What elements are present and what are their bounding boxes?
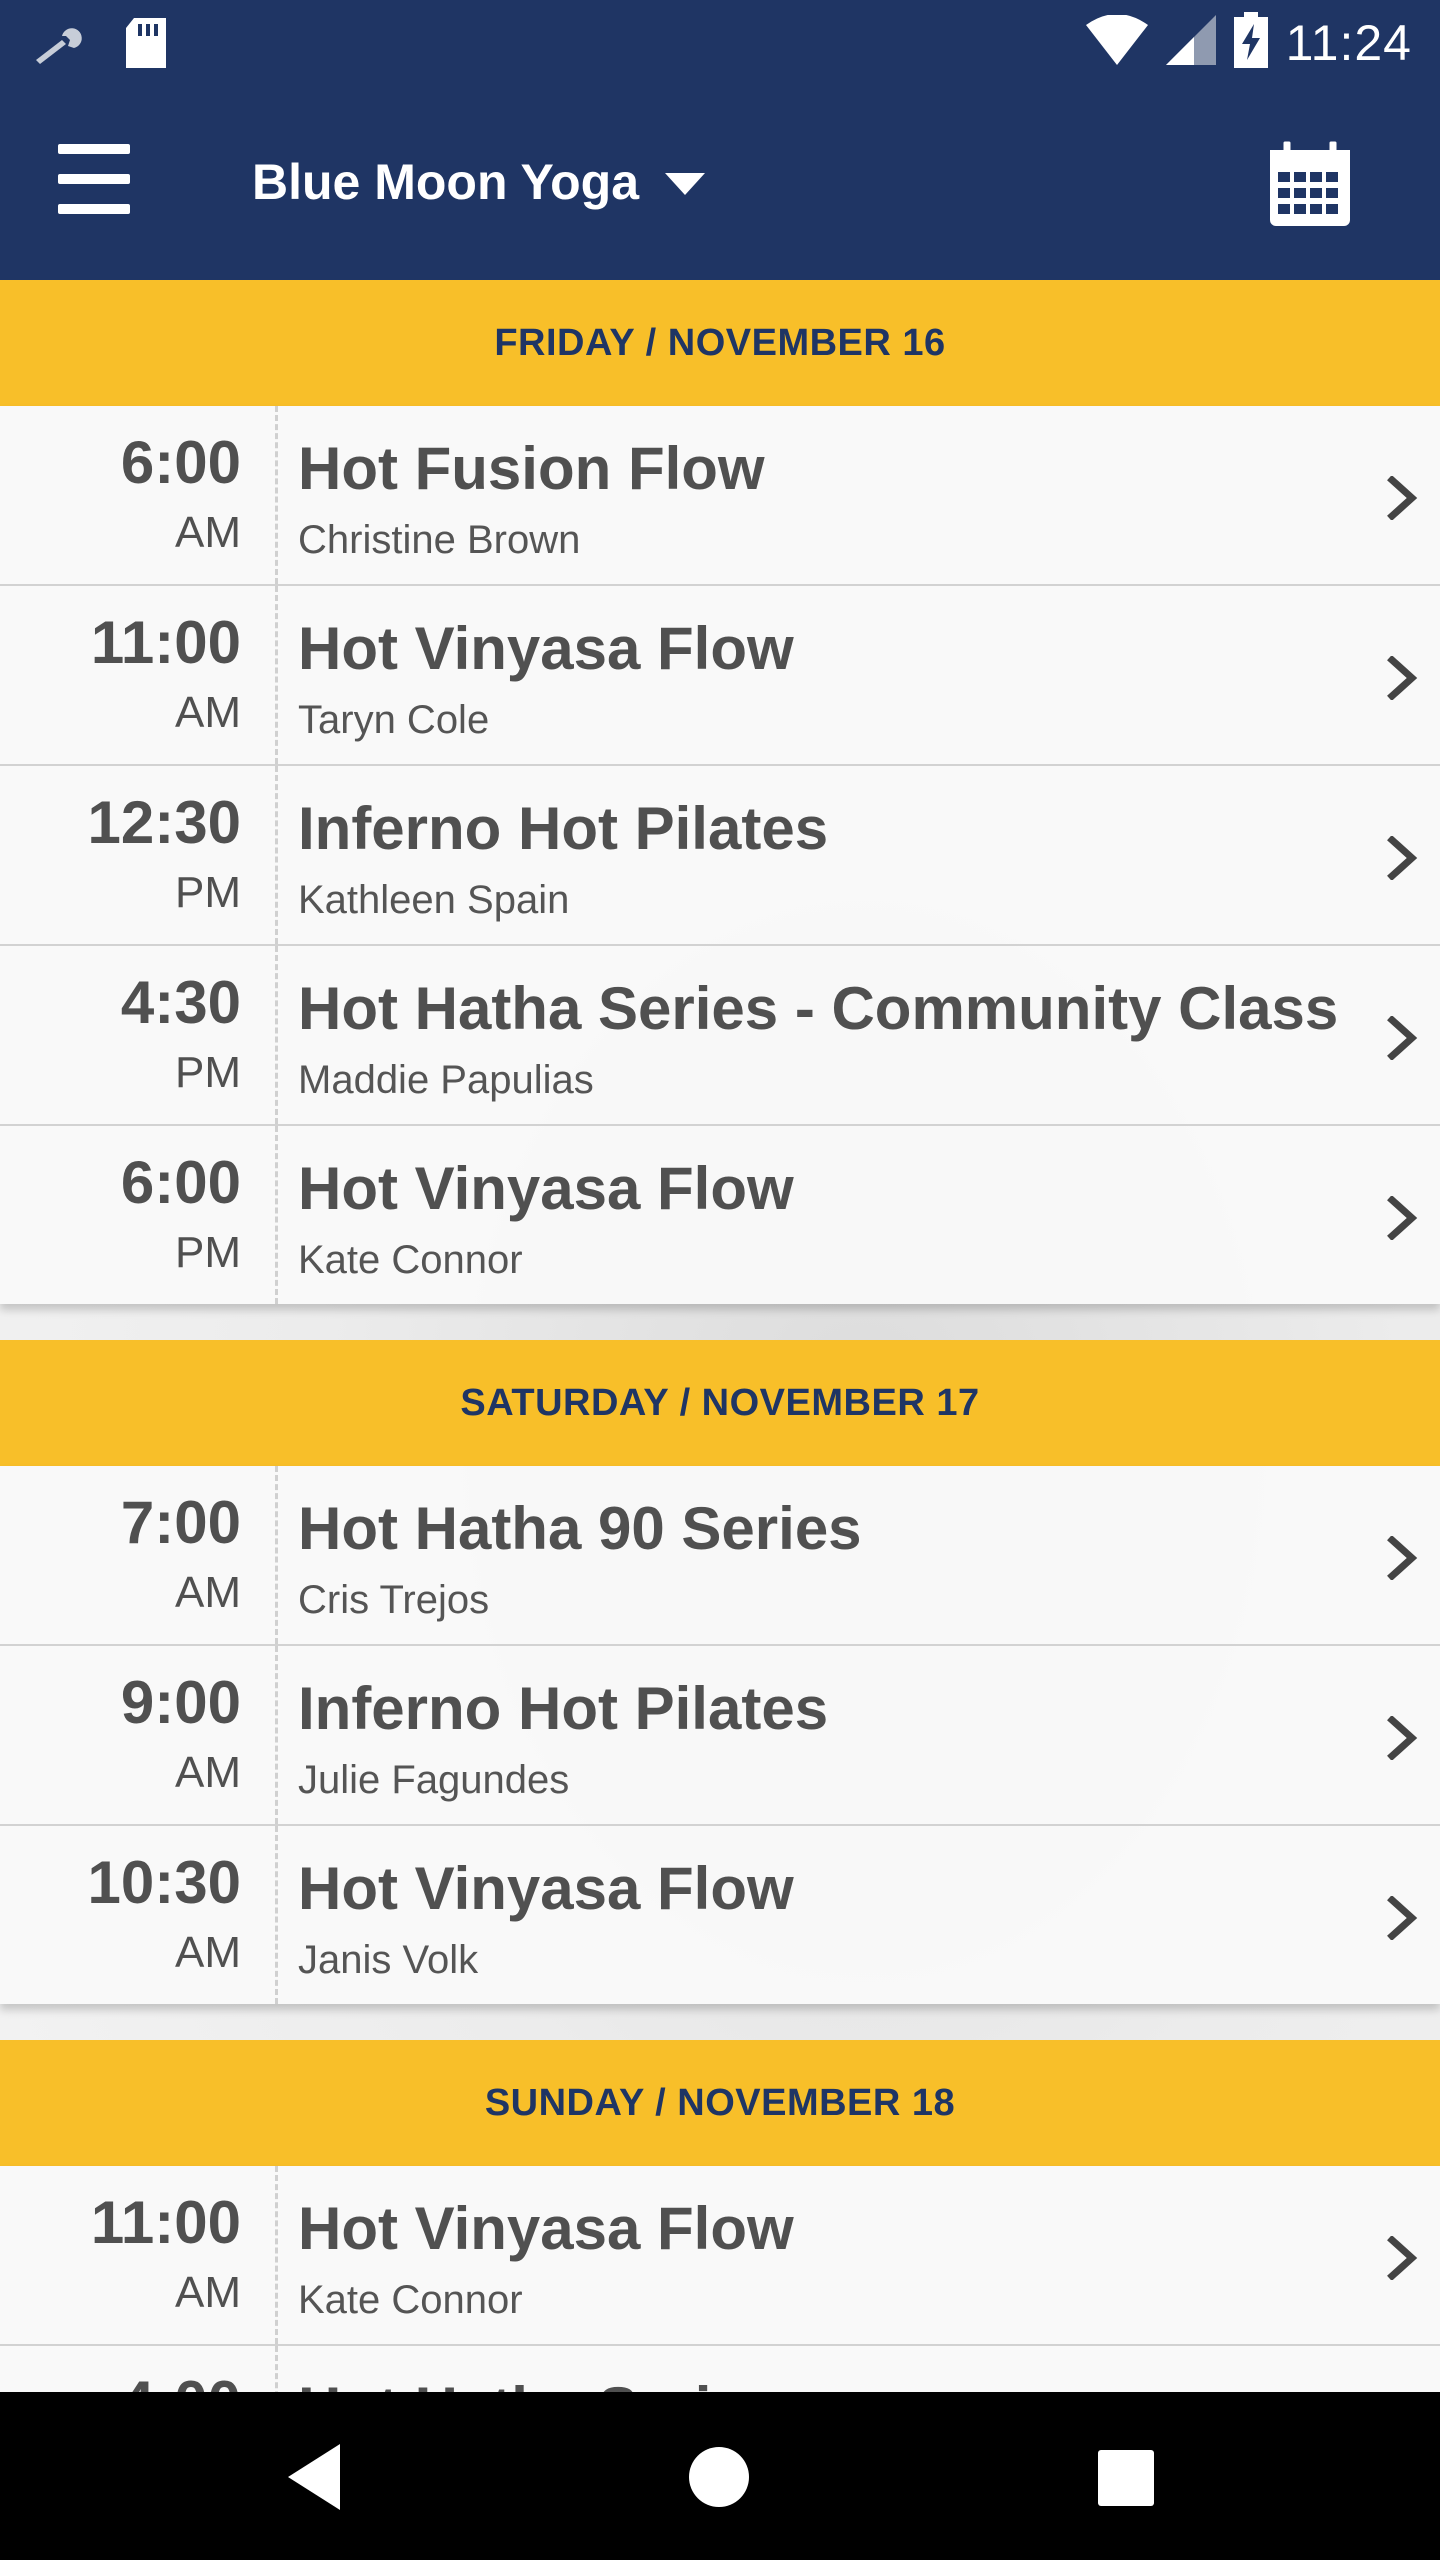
clock-time: 11:24: [1285, 14, 1412, 71]
class-name: Hot Vinyasa Flow: [298, 615, 794, 682]
class-start-time: 9:00: [120, 1669, 241, 1736]
class-name: Hot Vinyasa Flow: [298, 1155, 794, 1222]
class-row[interactable]: 11:00 AM Hot Vinyasa Flow Taryn Cole: [0, 586, 1440, 766]
class-start-time: 7:00: [120, 1489, 241, 1556]
class-time-period: PM: [175, 868, 241, 917]
back-icon[interactable]: [280, 2432, 370, 2522]
class-time-period: AM: [175, 1748, 241, 1797]
class-time-period: AM: [175, 508, 241, 557]
class-start-time: 12:30: [87, 789, 241, 856]
class-time: 12:30 PM: [0, 766, 278, 944]
class-time-period: AM: [175, 688, 241, 737]
instructor-name: Christine Brown: [298, 518, 581, 562]
class-row[interactable]: 9:00 AM Inferno Hot Pilates Julie Fagundes: [0, 1646, 1440, 1826]
class-start-time: 4:30: [120, 969, 241, 1036]
class-time: 7:00 AM: [0, 1466, 278, 1644]
status-bar: 11:24: [0, 0, 1440, 84]
day-header: SUNDAY / NOVEMBER 18: [0, 2040, 1440, 2166]
class-time-period: AM: [175, 1568, 241, 1617]
class-list: 11:00 AM Hot Vinyasa Flow Kate Connor 4:00PM…: [0, 2166, 1440, 2392]
class-start-time: 6:00: [120, 1149, 241, 1216]
class-name: Hot Fusion Flow: [298, 435, 765, 502]
day-section: SATURDAY / NOVEMBER 17 7:00 AM Hot Hatha 90…: [0, 1340, 1440, 2004]
class-name: Hot Hatha Series - Community Class: [298, 975, 1339, 1042]
class-name: Inferno Hot Pilates: [298, 795, 829, 862]
class-name: Hot Vinyasa Flow: [298, 2195, 794, 2262]
chevron-right-icon: [1382, 2235, 1422, 2281]
class-time: 10:30 AM: [0, 1826, 278, 2004]
class-time: 11:00 AM: [0, 2166, 278, 2344]
class-time-period: AM: [175, 1928, 241, 1977]
class-name: Hot Vinyasa Flow: [298, 1855, 794, 1922]
dropdown-caret-icon: [665, 173, 706, 195]
studio-selector[interactable]: Blue Moon Yoga: [252, 150, 706, 214]
chevron-right-icon: [1382, 1195, 1422, 1241]
class-time: 6:00 PM: [0, 1126, 278, 1304]
signal-icon: [1165, 15, 1216, 70]
class-row[interactable]: 4:30 PM Hot Hatha Series - Community Class…: [0, 946, 1440, 1126]
day-header: FRIDAY / NOVEMBER 16: [0, 280, 1440, 406]
class-time: 4:00PM: [0, 2346, 278, 2392]
class-time: 9:00 AM: [0, 1646, 278, 1824]
schedule-list[interactable]: FRIDAY / NOVEMBER 16 6:00 AM Hot Fusion Flo…: [0, 280, 1440, 2392]
class-start-time: 11:00: [90, 609, 241, 676]
instructor-name: Kathleen Spain: [298, 878, 570, 922]
day-header: SATURDAY / NOVEMBER 17: [0, 1340, 1440, 1466]
class-start-time: 11:00: [90, 2189, 241, 2256]
day-section: SUNDAY / NOVEMBER 18 11:00 AM Hot Vinyasa F…: [0, 2040, 1440, 2392]
chevron-right-icon: [1382, 1715, 1422, 1761]
class-row[interactable]: 6:00 PM Hot Vinyasa Flow Kate Connor: [0, 1126, 1440, 1304]
sd-card-icon: [124, 18, 168, 75]
class-time: 6:00 AM: [0, 406, 278, 584]
class-name: Inferno Hot Pilates: [298, 1675, 829, 1742]
chevron-right-icon: [1382, 475, 1422, 521]
chevron-right-icon: [1382, 655, 1422, 701]
instructor-name: Janis Volk: [298, 1938, 479, 1982]
day-section: FRIDAY / NOVEMBER 16 6:00 AM Hot Fusion Flo…: [0, 280, 1440, 1304]
class-list: 7:00 AM Hot Hatha 90 Series Cris Trejos 9:00…: [0, 1466, 1440, 2004]
class-name: Hot Hatha 90 Series: [298, 1495, 862, 1562]
chevron-right-icon: [1382, 835, 1422, 881]
instructor-name: Taryn Cole: [298, 698, 490, 742]
battery-charging-icon: [1233, 12, 1268, 73]
class-row[interactable]: 6:00 AM Hot Fusion Flow Christine Brown: [0, 406, 1440, 586]
wrench-icon: [32, 22, 88, 71]
class-time: 11:00 AM: [0, 586, 278, 764]
recents-icon[interactable]: [1080, 2432, 1170, 2522]
class-time-period: AM: [175, 2268, 241, 2317]
class-start-time: 6:00: [120, 429, 241, 496]
chevron-right-icon: [1382, 1895, 1422, 1941]
class-row[interactable]: 12:30 PM Inferno Hot Pilates Kathleen Spain: [0, 766, 1440, 946]
instructor-name: Cris Trejos: [298, 1578, 490, 1622]
class-row[interactable]: 11:00 AM Hot Vinyasa Flow Kate Connor: [0, 2166, 1440, 2346]
class-start-time: 4:00: [121, 2368, 241, 2392]
class-list: 6:00 AM Hot Fusion Flow Christine Brown 11:0…: [0, 406, 1440, 1304]
class-time-period: PM: [175, 1228, 241, 1277]
chevron-right-icon: [1382, 1015, 1422, 1061]
class-start-time: 10:30: [87, 1849, 241, 1916]
instructor-name: Kate Connor: [298, 1238, 523, 1282]
class-row[interactable]: 4:00PM Hot Hatha Series: [0, 2346, 1440, 2392]
class-row[interactable]: 7:00 AM Hot Hatha 90 Series Cris Trejos: [0, 1466, 1440, 1646]
class-name: Hot Hatha Series: [298, 2374, 778, 2392]
instructor-name: Kate Connor: [298, 2278, 523, 2322]
hamburger-menu-icon[interactable]: [58, 144, 134, 214]
studio-name: Blue Moon Yoga: [252, 154, 640, 210]
calendar-icon[interactable]: [1268, 138, 1352, 228]
system-nav-bar: [0, 2392, 1440, 2560]
instructor-name: Maddie Papulias: [298, 1058, 594, 1102]
class-row[interactable]: 10:30 AM Hot Vinyasa Flow Janis Volk: [0, 1826, 1440, 2004]
app-bar: Blue Moon Yoga: [0, 84, 1440, 280]
wifi-icon: [1085, 14, 1148, 70]
class-time: 4:30 PM: [0, 946, 278, 1124]
class-time-period: PM: [175, 1048, 241, 1097]
chevron-right-icon: [1382, 1535, 1422, 1581]
instructor-name: Julie Fagundes: [298, 1758, 570, 1802]
home-icon[interactable]: [674, 2432, 764, 2522]
